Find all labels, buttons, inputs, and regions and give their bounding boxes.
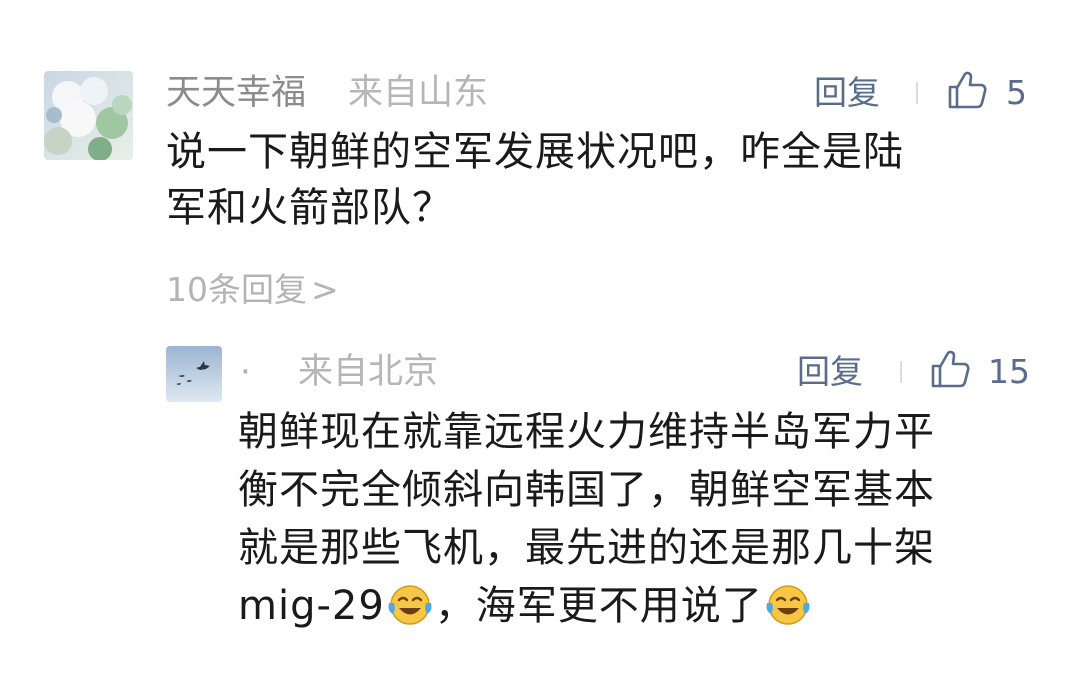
comment-username[interactable]: 天天幸福 (166, 73, 306, 113)
like-count: 5 (1006, 73, 1027, 112)
avatar[interactable] (44, 71, 133, 160)
view-replies-link[interactable]: 10条回复 > (166, 270, 339, 310)
reply-username[interactable]: · (240, 352, 251, 392)
comment-location: 来自山东 (348, 73, 489, 113)
reply-text-line: 衡不完全倾斜向韩国了，朝鲜空军基本 (238, 467, 935, 513)
reply-text-line-last: mig-29 ，海军更不用说了 (238, 577, 1058, 635)
crying-laughing-emoji (766, 585, 810, 625)
reply-text-segment: mig-29 (238, 583, 385, 629)
comment-item: 天天幸福 来自山东 回复 5 说一下朝鲜的空军发展状况吧，咋全是陆 军和火箭部队… (0, 0, 1080, 340)
avatar-image (44, 71, 133, 160)
reply-location: 来自北京 (298, 352, 439, 392)
comment-text: 说一下朝鲜的空军发展状况吧，咋全是陆 军和火箭部队？ (166, 124, 1046, 236)
reply-text: 朝鲜现在就靠远程火力维持半岛军力平 衡不完全倾斜向韩国了，朝鲜空军基本 就是那些… (238, 403, 1058, 635)
like-count: 15 (988, 352, 1030, 391)
reply-text-line: 朝鲜现在就靠远程火力维持半岛军力平 (238, 409, 935, 455)
action-divider (916, 82, 918, 104)
chevron-right-icon: > (311, 270, 339, 309)
view-replies-label: 10条回复 (166, 270, 307, 309)
reply-button[interactable]: 回复 (797, 352, 863, 392)
comment-text-line: 军和火箭部队？ (166, 185, 453, 231)
crying-laughing-emoji (388, 585, 432, 625)
reply-text-segment: ，海军更不用说了 (434, 583, 763, 629)
action-divider (900, 361, 902, 383)
avatar-image (166, 346, 222, 402)
avatar[interactable] (166, 346, 222, 402)
thumbs-up-icon[interactable] (929, 348, 971, 390)
reply-button[interactable]: 回复 (814, 73, 880, 113)
thumbs-up-icon[interactable] (946, 69, 988, 111)
reply-text-line: 就是那些飞机，最先进的还是那几十架 (238, 525, 935, 571)
comment-text-line: 说一下朝鲜的空军发展状况吧，咋全是陆 (166, 129, 904, 175)
